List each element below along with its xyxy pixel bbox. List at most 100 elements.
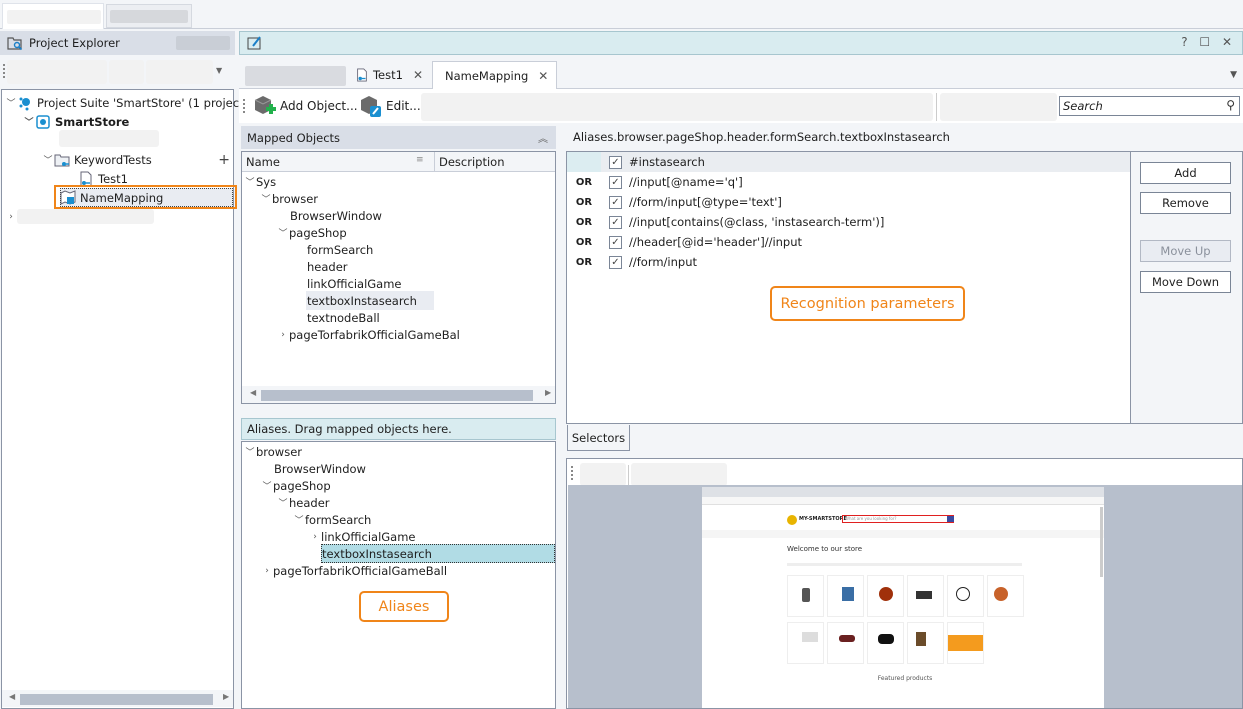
collapse-icon[interactable]: ︽ [538, 130, 548, 145]
move-up-button[interactable]: Move Up [1140, 240, 1231, 262]
chevron-down-icon[interactable]: ﹀ [5, 96, 17, 109]
selector-checkbox[interactable]: ✓ [609, 255, 622, 269]
selector-checkbox[interactable]: ✓ [609, 195, 622, 209]
selector-row[interactable]: OR ✓ //input[contains(@class, 'instasear… [567, 212, 1130, 232]
remove-button[interactable]: Remove [1140, 192, 1231, 214]
chevron-down-icon[interactable]: ﹀ [244, 175, 256, 188]
tree-item-placeholder[interactable] [59, 130, 159, 147]
horizontal-scrollbar[interactable]: ◀ ▶ [242, 386, 555, 403]
chevron-down-icon[interactable]: ﹀ [260, 192, 272, 205]
dropdown-arrow-icon[interactable]: ▼ [216, 66, 222, 75]
chevron-right-icon[interactable]: › [309, 532, 321, 542]
keyword-tests-folder-icon [54, 154, 70, 166]
chevron-down-icon[interactable]: ﹀ [277, 496, 289, 509]
add-object-icon [254, 96, 276, 114]
chevron-down-icon[interactable]: ﹀ [23, 115, 35, 128]
document-tabs: Test1 ✕ NameMapping ✕ ▼ [239, 58, 1243, 90]
chevron-down-icon[interactable]: ﹀ [261, 479, 273, 492]
top-tab[interactable] [106, 4, 192, 28]
selector-value[interactable]: #instasearch [629, 155, 705, 169]
close-tab-icon[interactable]: ✕ [538, 69, 548, 83]
scroll-right-icon[interactable]: ▶ [223, 692, 229, 701]
toolbar-placeholder[interactable] [631, 463, 727, 486]
selector-row[interactable]: OR ✓ //form/input [567, 252, 1130, 272]
add-icon[interactable]: + [218, 152, 230, 168]
add-button[interactable]: Add [1140, 162, 1231, 184]
selector-row[interactable]: ✓ #instasearch [567, 152, 1130, 172]
selector-checkbox[interactable]: ✓ [609, 155, 622, 169]
browser-address-bar [702, 497, 1104, 505]
sort-icon[interactable]: ≡ [416, 155, 424, 165]
selector-checkbox[interactable]: ✓ [609, 215, 622, 229]
column-description[interactable]: Description [439, 155, 505, 169]
recognition-parameters-callout: Recognition parameters [770, 286, 965, 321]
tab-placeholder[interactable] [245, 66, 346, 86]
aliases-header: Aliases. Drag mapped objects here. [241, 418, 556, 440]
toolbar-placeholder[interactable] [146, 60, 213, 84]
tab-selectors[interactable]: Selectors [567, 425, 630, 451]
selector-value[interactable]: //input[@name='q'] [629, 175, 743, 189]
chevron-right-icon[interactable]: › [261, 566, 273, 576]
tree-item-collapsed[interactable]: › [5, 207, 154, 226]
project-explorer-header: Project Explorer [0, 31, 235, 55]
preview-nav [702, 530, 1104, 538]
tree-item-project-suite[interactable]: ﹀ Project Suite 'SmartStore' (1 project) [5, 93, 248, 112]
chevron-right-icon[interactable]: › [277, 330, 289, 340]
search-input[interactable]: Search ⚲ [1059, 96, 1240, 116]
scrollbar-thumb[interactable] [261, 390, 533, 401]
scroll-right-icon[interactable]: ▶ [545, 388, 551, 397]
tree-item-keyword-tests[interactable]: ﹀ KeywordTests + [42, 150, 232, 169]
toolbar-placeholder[interactable] [421, 93, 933, 121]
tab-list-dropdown-icon[interactable]: ▼ [1230, 70, 1237, 80]
chevron-down-icon[interactable]: ﹀ [244, 445, 256, 458]
toolbar-placeholder[interactable] [580, 463, 626, 486]
tree-item-project[interactable]: ﹀ SmartStore [23, 112, 129, 131]
tree-item[interactable]: › pageTorfabrikOfficialGameBal [277, 325, 460, 344]
horizontal-scrollbar[interactable]: ◀ ▶ [2, 690, 233, 707]
toolbar-placeholder[interactable] [7, 60, 107, 84]
selector-value[interactable]: //input[contains(@class, 'instasearch-te… [629, 215, 884, 229]
tab-namemapping[interactable]: NameMapping ✕ [432, 61, 557, 90]
window-controls[interactable]: ? ☐ ✕ [1181, 35, 1236, 49]
selector-value[interactable]: //header[@id='header']//input [629, 235, 802, 249]
toolbar-placeholder[interactable] [940, 93, 1057, 121]
selector-value[interactable]: //form/input[@type='text'] [629, 195, 782, 209]
chevron-down-icon[interactable]: ﹀ [277, 226, 289, 239]
close-tab-icon[interactable]: ✕ [413, 68, 423, 82]
top-tab-active[interactable] [2, 3, 104, 29]
selector-operator: OR [575, 196, 593, 208]
mapped-objects-tree: Name ≡ Description ﹀ Sys ﹀ browser Browser… [241, 151, 556, 404]
chevron-right-icon[interactable]: › [5, 212, 17, 222]
column-name[interactable]: Name [246, 155, 280, 169]
selector-checkbox[interactable]: ✓ [609, 235, 622, 249]
tab-test1[interactable]: Test1 ✕ [347, 61, 431, 89]
panel-controls[interactable] [176, 36, 230, 50]
move-down-button[interactable]: Move Down [1140, 271, 1231, 293]
edit-button[interactable]: Edit... [358, 94, 421, 118]
preview-search-box: What are you looking for? [842, 515, 954, 523]
selector-row[interactable]: OR ✓ //form/input[@type='text'] [567, 192, 1130, 212]
scrollbar-thumb[interactable] [20, 694, 213, 705]
selector-row[interactable]: OR ✓ //header[@id='header']//input [567, 232, 1130, 252]
selector-value[interactable]: //form/input [629, 255, 697, 269]
add-object-button[interactable]: Add Object... [252, 94, 358, 118]
edit-window-icon [247, 36, 261, 50]
project-explorer-icon [7, 37, 23, 51]
selectors-panel: ✓ #instasearch OR ✓ //input[@name='q'] O… [566, 151, 1243, 424]
chevron-down-icon[interactable]: ﹀ [293, 513, 305, 526]
scroll-left-icon[interactable]: ◀ [250, 388, 256, 397]
column-headers: Name ≡ Description [242, 152, 555, 172]
chevron-down-icon[interactable]: ﹀ [42, 153, 54, 166]
toolbar-placeholder[interactable] [109, 60, 144, 84]
store-logo-icon [787, 515, 797, 525]
tree-item[interactable]: › pageTorfabrikOfficialGameBall [261, 561, 447, 580]
preview-welcome: Welcome to our store [787, 545, 863, 553]
store-name: MY-SMARTSTORE [799, 516, 847, 522]
selector-checkbox[interactable]: ✓ [609, 175, 622, 189]
selector-operator: OR [575, 236, 593, 248]
project-tree: ﹀ Project Suite 'SmartStore' (1 project)… [1, 89, 248, 709]
search-icon[interactable]: ⚲ [1226, 98, 1235, 112]
selector-row[interactable]: OR ✓ //input[@name='q'] [567, 172, 1130, 192]
selector-operator: OR [575, 216, 593, 228]
scroll-left-icon[interactable]: ◀ [9, 692, 15, 701]
